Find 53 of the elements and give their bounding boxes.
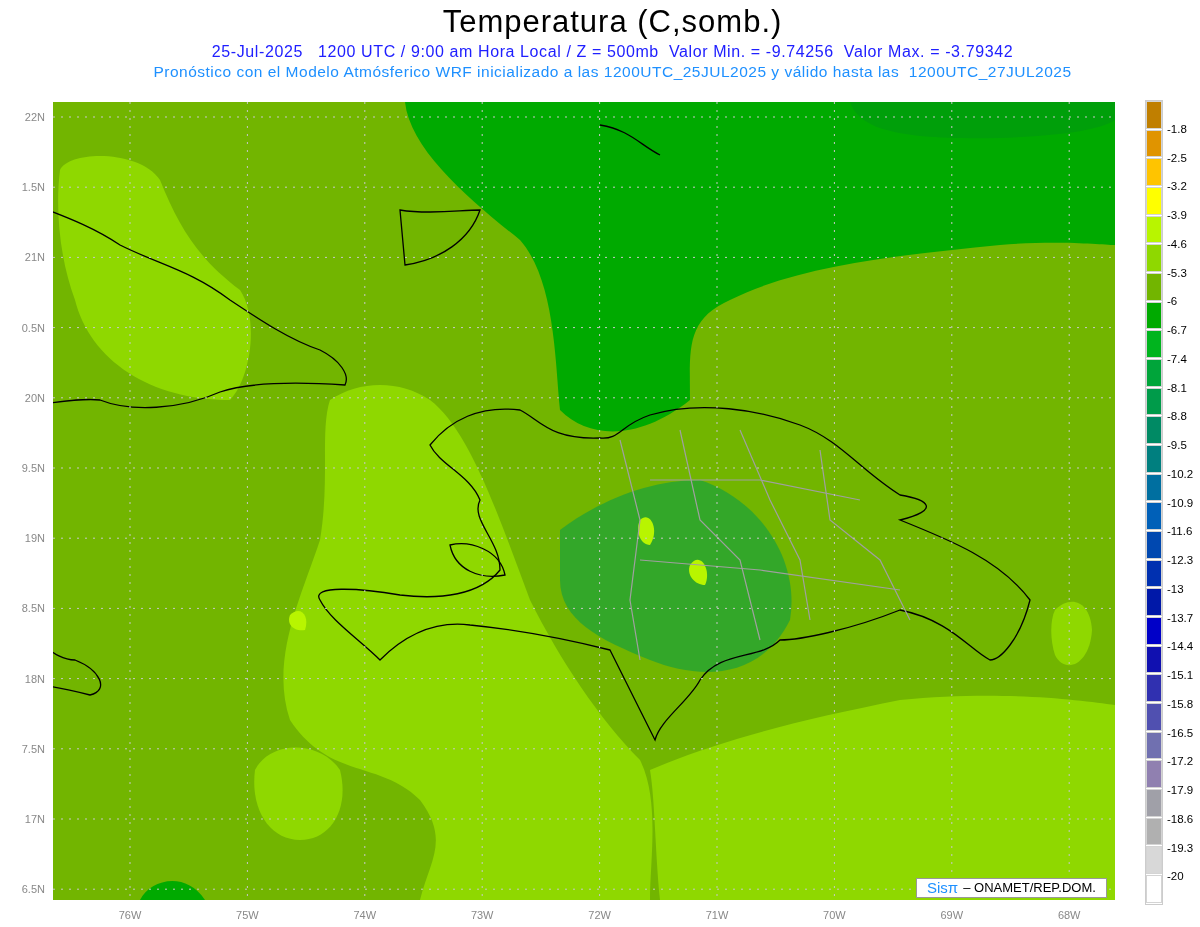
scale-label: -5.3 [1167, 266, 1187, 279]
latitude-label: 18N [24, 672, 45, 685]
scale-label: -2.5 [1167, 151, 1187, 164]
latitude-label: 22N [24, 111, 45, 123]
forecast-info: 25-Jul-2025 1200 UTC / 9:00 am Hora Local / Z = 500mb Valor Min. = -9.74256 Valor Max. = -3.79342 [211, 42, 1014, 62]
longitude-label: 71W [704, 909, 730, 921]
longitude-label: 70W [822, 909, 847, 921]
longitude-label: 68W [1056, 909, 1082, 921]
longitude-label: 69W [939, 909, 965, 921]
scale-label: -7.4 [1167, 352, 1187, 365]
scale-label: -13 [1167, 582, 1184, 595]
scale-label: -9.5 [1167, 439, 1187, 451]
scale-label: -4.6 [1167, 237, 1187, 250]
scale-label: -3.2 [1167, 180, 1187, 193]
scale-label: -3.9 [1167, 209, 1187, 221]
scale-label: -12.3 [1167, 554, 1194, 566]
scale-label: -13.7 [1167, 611, 1194, 624]
scale-label: -18.6 [1167, 812, 1194, 825]
scale-label: -8.8 [1167, 410, 1187, 423]
longitude-label: 76W [117, 909, 143, 921]
latitude-label: 19N [24, 532, 45, 545]
latitude-label: 1.5N [21, 181, 45, 194]
sispi-logo: Sisπ [927, 877, 959, 898]
scale-label: -10.2 [1167, 467, 1194, 480]
latitude-label: 7.5N [21, 742, 45, 755]
latitude-label: 0.5N [21, 321, 45, 334]
credit-text: – ONAMET/REP.DOM. [963, 879, 1096, 898]
scale-label: -10.9 [1167, 496, 1194, 509]
latitude-label: 17N [24, 813, 45, 825]
longitude-label: 72W [587, 909, 612, 921]
longitude-label: 74W [352, 909, 378, 921]
model-info: Pronóstico con el Modelo Atmósferico WRF inicializado a las 1200UTC_25JUL2025 y válido hasta las 1200UTC_27JUL2025 [153, 62, 1072, 82]
scale-label: -15.1 [1167, 669, 1194, 681]
map-title: Temperatura (C,somb.) [442, 3, 783, 41]
longitude-label: 75W [235, 909, 260, 921]
scale-label: -20 [1167, 870, 1184, 883]
scale-label: -16.5 [1167, 726, 1194, 739]
scale-label: -6 [1167, 295, 1178, 308]
longitude-label: 73W [469, 909, 495, 921]
latitude-label: 20N [24, 391, 45, 404]
scale-label: -19.3 [1167, 841, 1194, 854]
scale-label: -17.9 [1167, 784, 1194, 796]
scale-label: -1.8 [1167, 122, 1187, 135]
latitude-label: 6.5N [21, 883, 45, 896]
scale-label: -14.4 [1167, 640, 1194, 653]
scale-label: -6.7 [1167, 324, 1187, 336]
latitude-label: 8.5N [21, 602, 45, 615]
scale-label: -11.6 [1167, 525, 1193, 538]
scale-label: -17.2 [1167, 755, 1194, 768]
scale-label: -8.1 [1167, 381, 1187, 394]
scale-label: -15.8 [1167, 697, 1194, 710]
latitude-label: 21N [24, 251, 45, 264]
latitude-label: 9.5N [21, 462, 45, 474]
